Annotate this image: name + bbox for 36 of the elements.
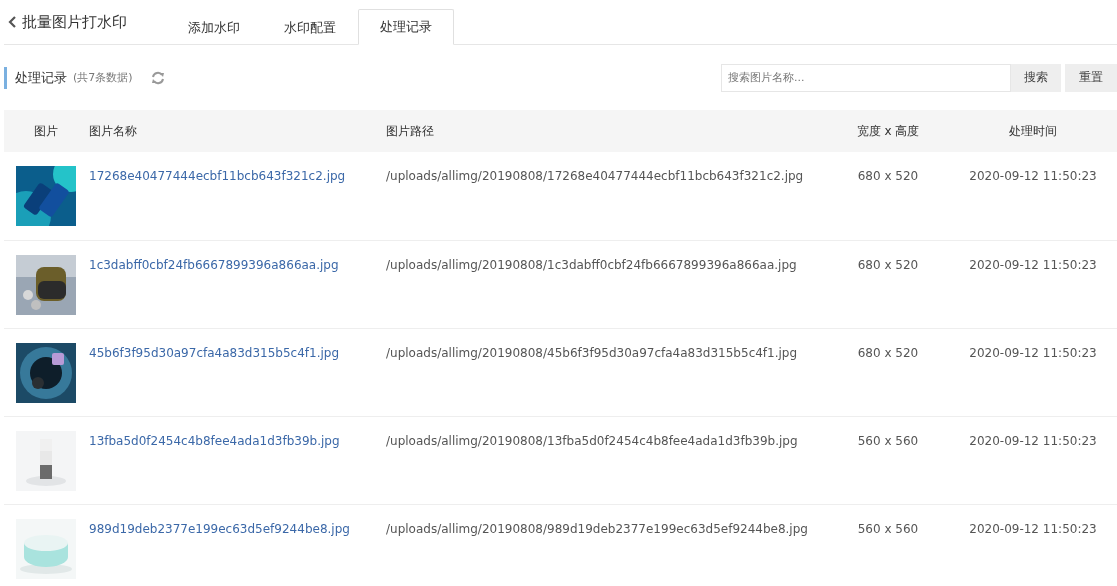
- image-path: /uploads/allimg/20190808/13fba5d0f2454c4b8fee4ada1d3fb39b.jpg: [386, 433, 798, 448]
- search-field[interactable]: 搜索图片名称...: [721, 63, 1011, 92]
- image-name-link[interactable]: 45b6f3f95d30a97cfa4a83d315b5c4f1.jpg: [89, 345, 340, 360]
- image-path: /uploads/allimg/20190808/1c3dabff0cbf24fb6667899396a866aa.jpg: [386, 257, 797, 272]
- record-count: (共7条数据): [73, 70, 133, 85]
- image-path: /uploads/allimg/20190808/45b6f3f95d30a97cfa4a83d315b5c4f1.jpg: [386, 345, 798, 360]
- processed-time: 2020-09-12 11:50:23: [969, 257, 1097, 272]
- tab[interactable]: 添加水印: [166, 9, 262, 45]
- image-size: 560 x 560: [857, 521, 919, 536]
- image-size: 680 x 520: [857, 345, 919, 360]
- column-header: 图片路径: [386, 123, 434, 138]
- image-size: 560 x 560: [857, 433, 919, 448]
- processed-time: 2020-09-12 11:50:23: [969, 169, 1097, 183]
- back-icon[interactable]: [8, 16, 16, 28]
- tab[interactable]: 水印配置: [262, 9, 358, 45]
- reset-button[interactable]: 重置: [1065, 63, 1117, 92]
- image-path: /uploads/allimg/20190808/989d19deb2377e199ec63d5ef9244be8.jpg: [386, 521, 808, 536]
- image-name-link[interactable]: 989d19deb2377e199ec63d5ef9244be8.jpg: [89, 521, 350, 536]
- image-size: 680 x 520: [857, 257, 919, 272]
- processed-time: 2020-09-12 11:50:23: [969, 521, 1097, 536]
- image-name-link[interactable]: 1c3dabff0cbf24fb6667899396a866aa.jpg: [89, 257, 339, 272]
- column-header: 图片: [33, 123, 58, 138]
- column-header: 处理时间: [1009, 123, 1057, 138]
- section-title: 处理记录: [15, 68, 67, 87]
- column-header: 宽度 x 高度: [856, 123, 920, 138]
- column-header: 图片名称: [89, 123, 137, 138]
- image-name-link[interactable]: 13fba5d0f2454c4b8fee4ada1d3fb39b.jpg: [89, 433, 340, 448]
- processed-time: 2020-09-12 11:50:23: [969, 433, 1097, 448]
- refresh-icon[interactable]: [150, 70, 165, 85]
- processed-time: 2020-09-12 11:50:23: [969, 345, 1097, 360]
- tab[interactable]: 处理记录: [358, 9, 454, 45]
- image-path: /uploads/allimg/20190808/17268e40477444ecbf11bcb643f321c2.jpg: [386, 169, 804, 183]
- image-name-link[interactable]: 17268e40477444ecbf11bcb643f321c2.jpg: [89, 169, 346, 183]
- page-title: 批量图片打水印: [22, 12, 127, 32]
- search-button[interactable]: 搜索: [1011, 63, 1061, 92]
- image-size: 680 x 520: [857, 169, 919, 183]
